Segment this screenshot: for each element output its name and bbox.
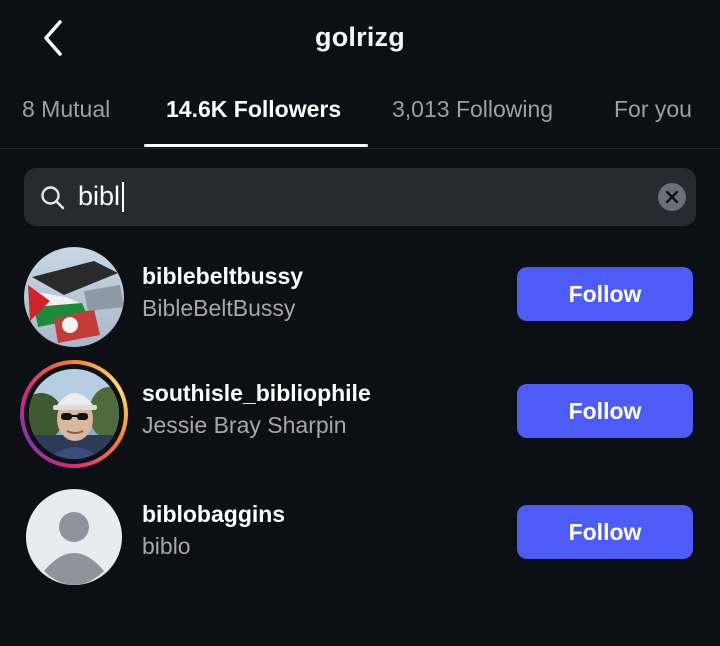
person-photo: [29, 369, 119, 459]
username[interactable]: biblobaggins: [142, 501, 285, 528]
avatar: [29, 369, 119, 459]
default-avatar-icon: [26, 489, 122, 585]
username[interactable]: southisle_bibliophile: [142, 380, 371, 407]
avatar[interactable]: [24, 487, 124, 587]
full-name: BibleBeltBussy: [142, 295, 296, 321]
tab-for-you[interactable]: For you: [614, 96, 692, 123]
tab-following[interactable]: 3,013 Following: [392, 96, 553, 123]
search-input-value: bibl: [78, 181, 121, 211]
story-ring[interactable]: [20, 360, 128, 468]
top-bar: golrizg: [0, 0, 720, 78]
search-input[interactable]: bibl: [78, 181, 125, 212]
follow-button[interactable]: Follow: [517, 505, 693, 559]
active-tab-indicator: [144, 144, 368, 147]
username[interactable]: biblebeltbussy: [142, 263, 303, 290]
tab-mutual[interactable]: 8 Mutual: [22, 96, 110, 123]
full-name: biblo: [142, 533, 191, 559]
page-title: golrizg: [315, 22, 405, 52]
follow-button[interactable]: Follow: [517, 267, 693, 321]
list-item[interactable]: biblobaggins biblo Follow: [0, 481, 720, 591]
follow-button[interactable]: Follow: [517, 384, 693, 438]
search-icon: [40, 185, 66, 216]
tab-followers[interactable]: 14.6K Followers: [166, 96, 341, 123]
search-bar[interactable]: bibl: [24, 168, 696, 226]
tab-bar: 8 Mutual 14.6K Followers 3,013 Following…: [0, 82, 720, 149]
clear-search-button[interactable]: [658, 183, 686, 211]
list-item[interactable]: biblebeltbussy BibleBeltBussy Follow: [0, 243, 720, 353]
flags-photo: [24, 247, 124, 347]
list-item[interactable]: southisle_bibliophile Jessie Bray Sharpi…: [0, 360, 720, 470]
full-name: Jessie Bray Sharpin: [142, 412, 347, 438]
avatar[interactable]: [24, 247, 124, 347]
text-cursor: [122, 181, 125, 212]
clear-icon: [665, 190, 679, 204]
